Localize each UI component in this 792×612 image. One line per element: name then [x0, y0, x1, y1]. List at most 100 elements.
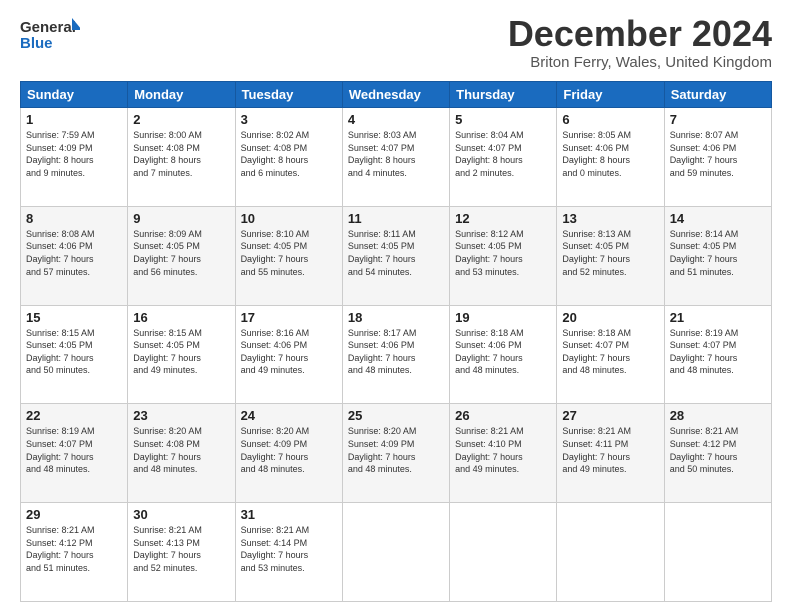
day-info: Sunrise: 8:09 AMSunset: 4:05 PMDaylight:…: [133, 228, 229, 278]
day-info: Sunrise: 8:21 AMSunset: 4:14 PMDaylight:…: [241, 524, 337, 574]
day-number: 23: [133, 408, 229, 423]
calendar-header-row: Sunday Monday Tuesday Wednesday Thursday…: [21, 82, 772, 108]
day-number: 7: [670, 112, 766, 127]
day-number: 17: [241, 310, 337, 325]
day-info: Sunrise: 8:05 AMSunset: 4:06 PMDaylight:…: [562, 129, 658, 179]
day-info: Sunrise: 8:21 AMSunset: 4:12 PMDaylight:…: [670, 425, 766, 475]
col-wednesday: Wednesday: [342, 82, 449, 108]
calendar-cell: 10 Sunrise: 8:10 AMSunset: 4:05 PMDayligh…: [235, 206, 342, 305]
calendar-cell: [557, 503, 664, 602]
day-info: Sunrise: 8:19 AMSunset: 4:07 PMDaylight:…: [26, 425, 122, 475]
day-info: Sunrise: 8:15 AMSunset: 4:05 PMDaylight:…: [133, 327, 229, 377]
day-number: 16: [133, 310, 229, 325]
day-number: 29: [26, 507, 122, 522]
calendar-week-5: 29Sunrise: 8:21 AMSunset: 4:12 PMDayligh…: [21, 503, 772, 602]
calendar-week-2: 8Sunrise: 8:08 AMSunset: 4:06 PMDaylight…: [21, 206, 772, 305]
day-info: Sunrise: 8:18 AMSunset: 4:07 PMDaylight:…: [562, 327, 658, 377]
day-number: 22: [26, 408, 122, 423]
day-number: 19: [455, 310, 551, 325]
day-number: 12: [455, 211, 551, 226]
calendar-cell: 17 Sunrise: 8:16 AMSunset: 4:06 PMDayligh…: [235, 305, 342, 404]
day-number: 5: [455, 112, 551, 127]
calendar-cell: 8Sunrise: 8:08 AMSunset: 4:06 PMDaylight…: [21, 206, 128, 305]
day-number: 2: [133, 112, 229, 127]
calendar-cell: 31 Sunrise: 8:21 AMSunset: 4:14 PMDayligh…: [235, 503, 342, 602]
day-info: Sunrise: 8:04 AMSunset: 4:07 PMDaylight:…: [455, 129, 551, 179]
day-info: Sunrise: 8:17 AMSunset: 4:06 PMDaylight:…: [348, 327, 444, 377]
calendar-cell: 22 Sunrise: 8:19 AMSunset: 4:07 PMDayligh…: [21, 404, 128, 503]
day-info: Sunrise: 8:11 AMSunset: 4:05 PMDaylight:…: [348, 228, 444, 278]
logo: General Blue: [20, 16, 80, 56]
day-info: Sunrise: 8:21 AMSunset: 4:13 PMDaylight:…: [133, 524, 229, 574]
calendar-cell: 24 Sunrise: 8:20 AMSunset: 4:09 PMDayligh…: [235, 404, 342, 503]
calendar-cell: [450, 503, 557, 602]
calendar-cell: 26Sunrise: 8:21 AMSunset: 4:10 PMDayligh…: [450, 404, 557, 503]
day-number: 3: [241, 112, 337, 127]
calendar-cell: 25 Sunrise: 8:20 AMSunset: 4:09 PMDayligh…: [342, 404, 449, 503]
day-number: 4: [348, 112, 444, 127]
col-sunday: Sunday: [21, 82, 128, 108]
calendar-cell: 15 Sunrise: 8:15 AMSunset: 4:05 PMDayligh…: [21, 305, 128, 404]
day-info: Sunrise: 8:19 AMSunset: 4:07 PMDaylight:…: [670, 327, 766, 377]
day-info: Sunrise: 8:07 AMSunset: 4:06 PMDaylight:…: [670, 129, 766, 179]
calendar-table: Sunday Monday Tuesday Wednesday Thursday…: [20, 81, 772, 602]
day-info: Sunrise: 8:12 AMSunset: 4:05 PMDaylight:…: [455, 228, 551, 278]
calendar-cell: 23 Sunrise: 8:20 AMSunset: 4:08 PMDayligh…: [128, 404, 235, 503]
calendar-cell: 11 Sunrise: 8:11 AMSunset: 4:05 PMDayligh…: [342, 206, 449, 305]
col-thursday: Thursday: [450, 82, 557, 108]
header: General Blue December 2024 Briton Ferry,…: [20, 16, 772, 71]
day-number: 21: [670, 310, 766, 325]
title-section: December 2024 Briton Ferry, Wales, Unite…: [508, 16, 772, 71]
day-number: 30: [133, 507, 229, 522]
day-number: 20: [562, 310, 658, 325]
day-number: 9: [133, 211, 229, 226]
day-number: 14: [670, 211, 766, 226]
day-number: 10: [241, 211, 337, 226]
calendar-cell: 30 Sunrise: 8:21 AMSunset: 4:13 PMDayligh…: [128, 503, 235, 602]
calendar-cell: [664, 503, 771, 602]
day-number: 28: [670, 408, 766, 423]
calendar-week-4: 22 Sunrise: 8:19 AMSunset: 4:07 PMDayligh…: [21, 404, 772, 503]
calendar-cell: [342, 503, 449, 602]
day-info: Sunrise: 8:20 AMSunset: 4:08 PMDaylight:…: [133, 425, 229, 475]
svg-text:General: General: [20, 19, 76, 36]
col-friday: Friday: [557, 82, 664, 108]
calendar-cell: 13Sunrise: 8:13 AMSunset: 4:05 PMDayligh…: [557, 206, 664, 305]
day-info: Sunrise: 8:03 AMSunset: 4:07 PMDaylight:…: [348, 129, 444, 179]
calendar-cell: 19 Sunrise: 8:18 AMSunset: 4:06 PMDayligh…: [450, 305, 557, 404]
day-info: Sunrise: 8:20 AMSunset: 4:09 PMDaylight:…: [241, 425, 337, 475]
page: General Blue December 2024 Briton Ferry,…: [0, 0, 792, 612]
day-number: 15: [26, 310, 122, 325]
day-number: 24: [241, 408, 337, 423]
day-number: 6: [562, 112, 658, 127]
calendar-week-1: 1Sunrise: 7:59 AMSunset: 4:09 PMDaylight…: [21, 108, 772, 207]
day-number: 31: [241, 507, 337, 522]
day-info: Sunrise: 8:16 AMSunset: 4:06 PMDaylight:…: [241, 327, 337, 377]
day-info: Sunrise: 8:15 AMSunset: 4:05 PMDaylight:…: [26, 327, 122, 377]
svg-text:Blue: Blue: [20, 35, 53, 52]
logo-svg: General Blue: [20, 16, 80, 56]
calendar-cell: 29Sunrise: 8:21 AMSunset: 4:12 PMDayligh…: [21, 503, 128, 602]
day-number: 8: [26, 211, 122, 226]
day-number: 13: [562, 211, 658, 226]
day-number: 11: [348, 211, 444, 226]
day-number: 25: [348, 408, 444, 423]
location: Briton Ferry, Wales, United Kingdom: [508, 54, 772, 71]
day-info: Sunrise: 8:00 AMSunset: 4:08 PMDaylight:…: [133, 129, 229, 179]
calendar-cell: 14Sunrise: 8:14 AMSunset: 4:05 PMDayligh…: [664, 206, 771, 305]
calendar-cell: 6 Sunrise: 8:05 AMSunset: 4:06 PMDaylight…: [557, 108, 664, 207]
col-tuesday: Tuesday: [235, 82, 342, 108]
calendar-cell: 12 Sunrise: 8:12 AMSunset: 4:05 PMDayligh…: [450, 206, 557, 305]
day-info: Sunrise: 8:18 AMSunset: 4:06 PMDaylight:…: [455, 327, 551, 377]
day-info: Sunrise: 8:21 AMSunset: 4:10 PMDaylight:…: [455, 425, 551, 475]
day-info: Sunrise: 8:10 AMSunset: 4:05 PMDaylight:…: [241, 228, 337, 278]
calendar-cell: 21 Sunrise: 8:19 AMSunset: 4:07 PMDayligh…: [664, 305, 771, 404]
col-saturday: Saturday: [664, 82, 771, 108]
calendar-cell: 20 Sunrise: 8:18 AMSunset: 4:07 PMDayligh…: [557, 305, 664, 404]
month-title: December 2024: [508, 16, 772, 52]
col-monday: Monday: [128, 82, 235, 108]
calendar-cell: 7 Sunrise: 8:07 AMSunset: 4:06 PMDaylight…: [664, 108, 771, 207]
day-info: Sunrise: 8:20 AMSunset: 4:09 PMDaylight:…: [348, 425, 444, 475]
day-info: Sunrise: 8:02 AMSunset: 4:08 PMDaylight:…: [241, 129, 337, 179]
calendar-cell: 4 Sunrise: 8:03 AMSunset: 4:07 PMDaylight…: [342, 108, 449, 207]
